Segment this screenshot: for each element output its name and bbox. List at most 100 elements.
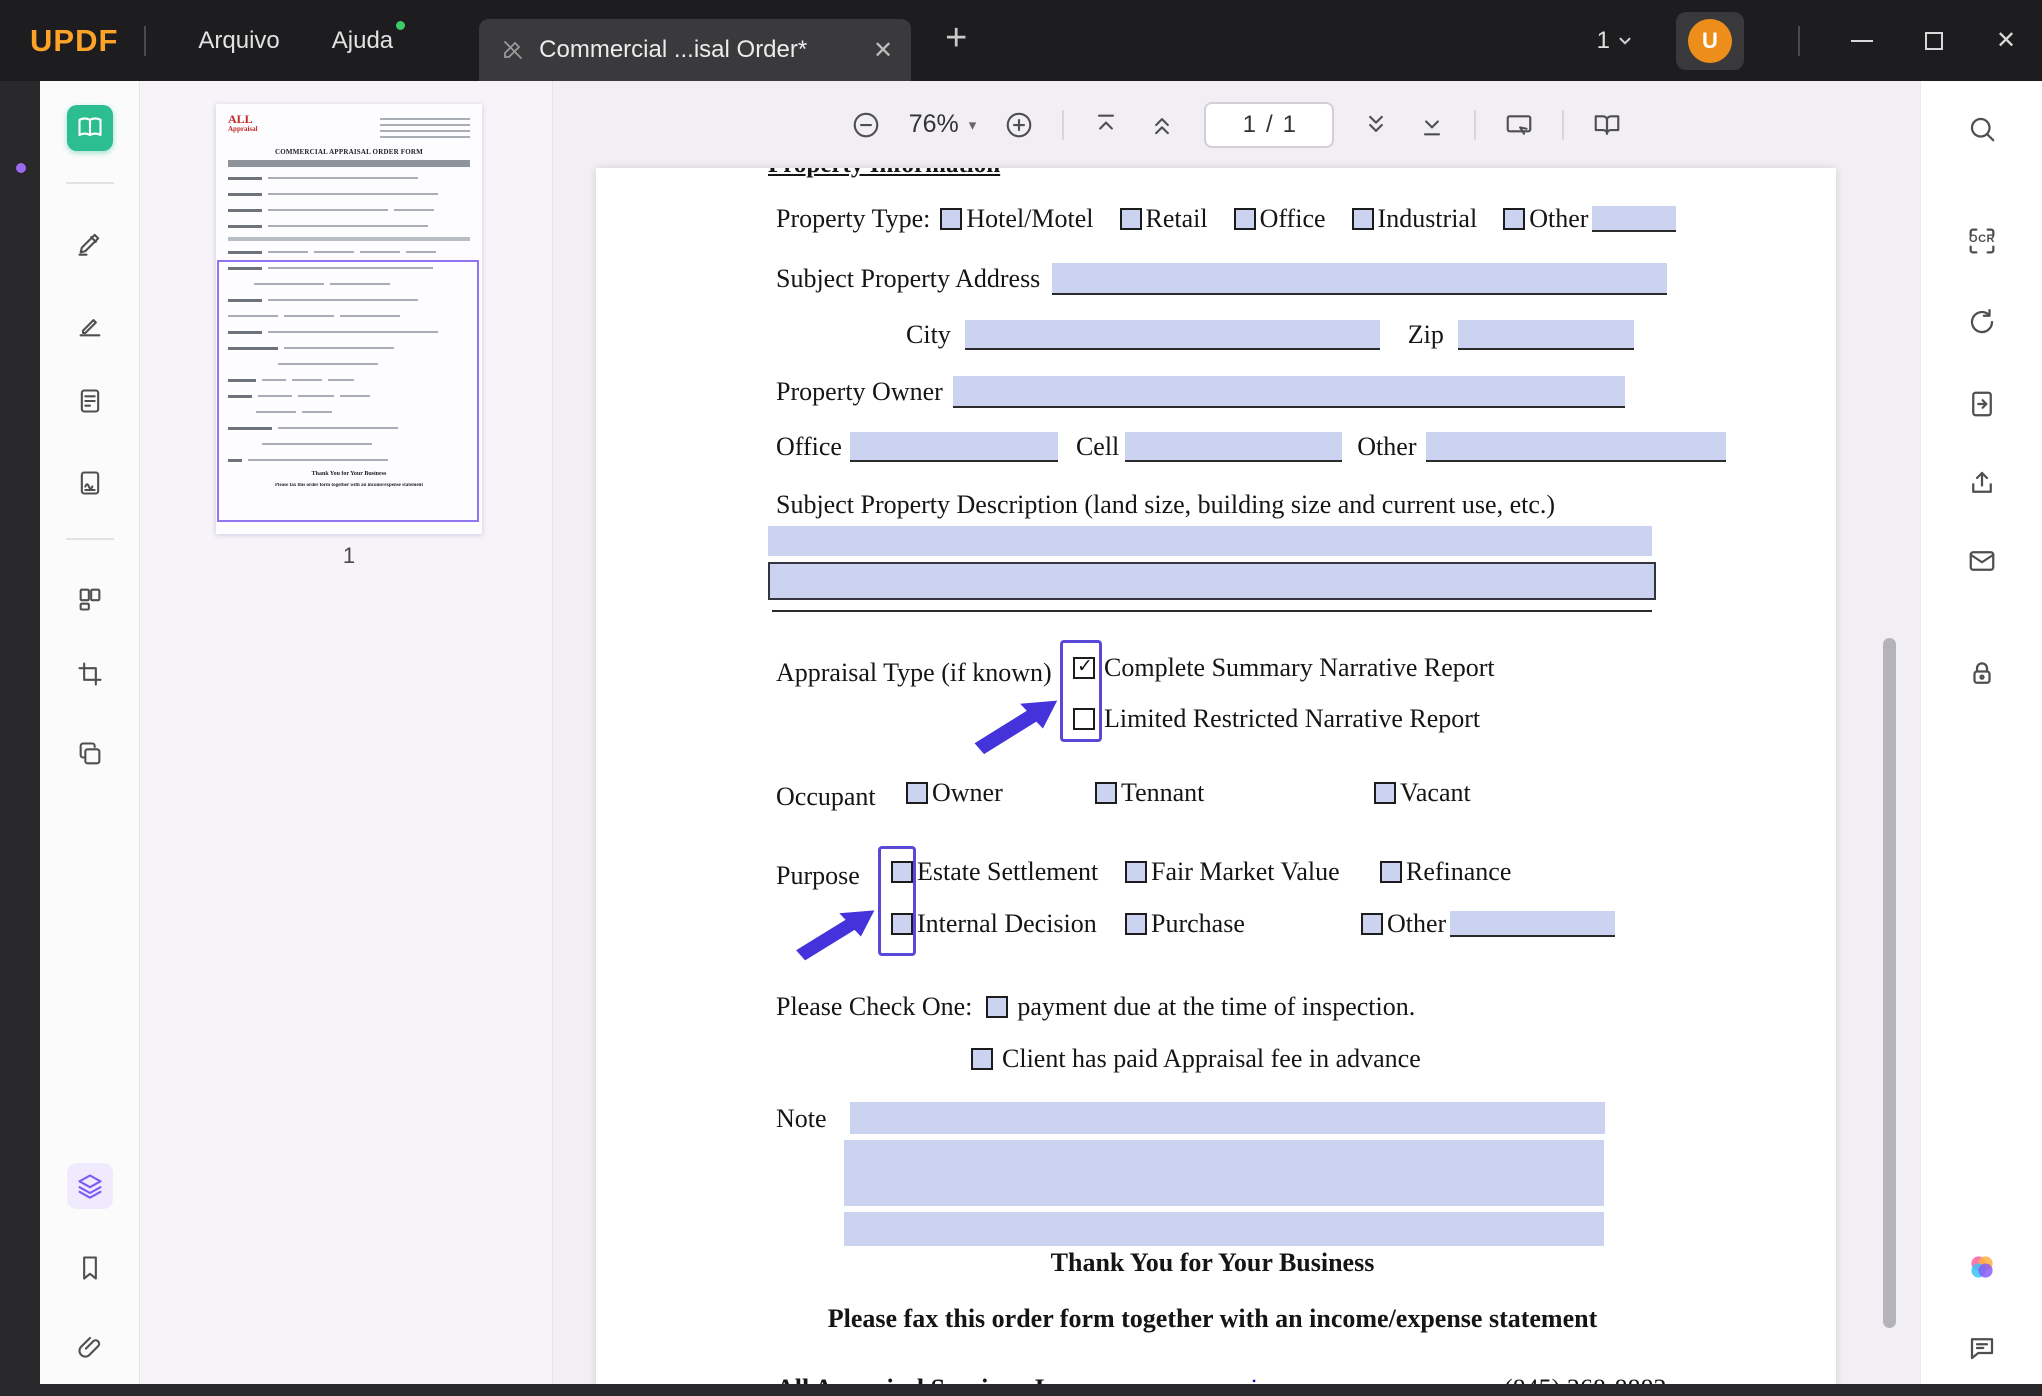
annotation-box-purpose[interactable] [878,846,916,956]
fee-paid-checkbox[interactable] [971,1048,993,1070]
pen-note-icon [79,319,101,337]
vertical-scrollbar[interactable] [1883,638,1896,1328]
zoom-out-button[interactable] [851,110,881,140]
occupant-tennant-checkbox[interactable] [1095,782,1117,804]
total-pages: 1 [1282,110,1296,138]
document-area: 76% ▾ 1 / 1 Property Type: Hotel/Motel R… [553,81,1920,1384]
thank-you-line: Thank You for Your Business [1050,1248,1375,1277]
minimize-icon [1851,39,1873,42]
note-field-3[interactable] [844,1212,1604,1246]
document-tab[interactable]: Commercial ...isal Order* ✕ [479,19,912,81]
tab-close-icon[interactable]: ✕ [873,36,893,65]
fair-market-value-checkbox[interactable] [1125,861,1147,883]
highlight-tool-button[interactable] [67,220,113,266]
city-label: City [906,320,951,349]
city-field[interactable] [964,320,1380,350]
protect-button[interactable] [1958,650,2006,698]
other-type-field[interactable] [1592,206,1677,232]
office-phone-field[interactable] [849,432,1058,462]
menu-ajuda[interactable]: Ajuda [306,20,419,55]
zoom-in-button[interactable] [1004,110,1034,140]
ai-assistant-button[interactable] [1958,1243,2006,1291]
signature-tool-button[interactable] [67,460,113,506]
other-type-checkbox[interactable] [1503,208,1526,230]
toolbar-divider [1562,109,1565,140]
fax-instruction-line: Please fax this order form together with… [827,1304,1598,1333]
description-field-1[interactable] [768,526,1652,556]
reading-mode-button[interactable] [1592,110,1622,140]
description-field-2-selected[interactable] [768,562,1656,600]
owner-field[interactable] [952,376,1625,408]
maximize-button[interactable] [1898,11,1970,71]
zip-field[interactable] [1457,320,1634,350]
page-thumbnail[interactable]: ALL Appraisal COMMERCIAL APPRAISAL ORDER… [216,104,482,534]
annotation-arrow-purpose[interactable] [788,906,878,964]
note-field-1[interactable] [850,1102,1605,1134]
refinance-checkbox[interactable] [1380,861,1402,883]
option-complete-summary: Complete Summary Narrative Report [1073,653,1495,683]
minimize-button[interactable] [1826,11,1898,71]
mail-button[interactable] [1958,537,2006,585]
layers-panel-button[interactable] [67,1163,113,1209]
hotel-motel-checkbox[interactable] [940,208,963,230]
address-field[interactable] [1052,263,1668,295]
option-retail: Retail [1119,204,1208,234]
purple-indicator-dot [16,163,26,173]
left-toolbar [40,81,140,1384]
annotate-tool-button[interactable] [67,303,113,349]
search-button[interactable] [1958,105,2006,153]
convert-button[interactable] [1958,298,2006,346]
comments-button[interactable] [1958,1324,2006,1372]
previous-page-button[interactable] [1148,111,1176,139]
attachments-panel-button[interactable] [67,1325,113,1371]
description-label: Subject Property Description (land size,… [776,490,1556,519]
zoom-level-dropdown[interactable]: 76% ▾ [909,110,977,139]
window-bottom-edge [0,1384,2042,1396]
retail-checkbox[interactable] [1119,208,1142,230]
updf-logo[interactable]: UPDF [30,23,118,59]
bookmark-icon [83,1256,97,1280]
industrial-checkbox[interactable] [1351,208,1374,230]
occupant-label: Occupant [776,782,876,811]
purpose-other-field[interactable] [1450,911,1616,937]
annotation-box-appraisal[interactable] [1060,640,1102,742]
option-internal-decision: Internal Decision [891,909,1097,939]
page-indicator[interactable]: 1 / 1 [1204,101,1335,148]
scroll-to-top-button[interactable] [1092,111,1120,139]
occupant-vacant-checkbox[interactable] [1374,782,1396,804]
window-list-count: 1 [1596,26,1610,54]
reader-icon [78,117,102,137]
account-button[interactable]: U [1676,11,1744,70]
option-estate-settlement: Estate Settlement [891,857,1098,887]
organize-pages-button[interactable] [67,576,113,622]
new-tab-button[interactable]: + [945,17,967,60]
other-phone-field[interactable] [1426,432,1727,462]
purchase-checkbox[interactable] [1125,913,1147,935]
window-list-dropdown[interactable]: 1 [1597,27,1634,55]
watermark-tool-button[interactable] [67,731,113,777]
occupant-owner-checkbox[interactable] [906,782,928,804]
close-button[interactable]: ✕ [1970,11,2042,71]
form-tool-button[interactable] [67,378,113,424]
cell-field[interactable] [1125,432,1343,462]
annotation-arrow-appraisal[interactable] [966,696,1061,758]
scroll-to-bottom-button[interactable] [1418,111,1446,139]
bookmarks-panel-button[interactable] [67,1245,113,1291]
office-checkbox[interactable] [1233,208,1256,230]
form-page-icon [80,389,100,413]
export-page-button[interactable] [1958,380,2006,428]
footer-website-link[interactable]: www.anyni.com [1139,1374,1309,1384]
menu-arquivo[interactable]: Arquivo [172,27,305,55]
payment-due-checkbox[interactable] [986,996,1009,1018]
thumbnail-viewport-indicator[interactable] [217,260,479,522]
share-button[interactable] [1958,459,2006,507]
purpose-other-checkbox[interactable] [1361,913,1383,935]
reader-mode-button[interactable] [67,105,113,151]
next-page-button[interactable] [1362,111,1390,139]
option-hotel-motel: Hotel/Motel [940,204,1094,234]
note-field-2[interactable] [844,1140,1604,1206]
titlebar: UPDF Arquivo Ajuda Commercial ...isal Or… [0,0,2042,81]
presentation-button[interactable] [1504,110,1534,140]
ocr-button[interactable]: OCR [1958,217,2006,265]
crop-tool-button[interactable] [67,651,113,697]
